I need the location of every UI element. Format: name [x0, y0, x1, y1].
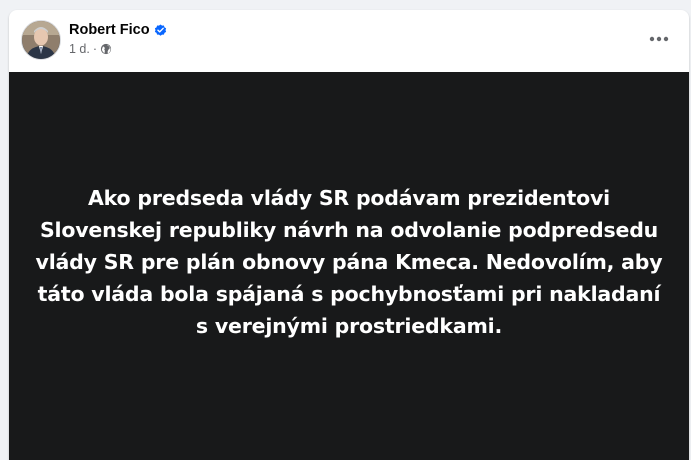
post-time[interactable]: 1 d. [69, 42, 90, 56]
more-options-icon [649, 36, 669, 42]
avatar[interactable] [21, 20, 61, 60]
post-header: Robert Fico 1 d. · [9, 10, 689, 72]
post-meta: 1 d. · [69, 42, 112, 56]
meta-separator: · [92, 42, 98, 56]
post-image[interactable]: Ako predseda vlády SR podávam prezidento… [9, 72, 689, 460]
author-name[interactable]: Robert Fico [69, 22, 150, 38]
post-image-text: Ako predseda vlády SR podávam prezidento… [35, 186, 663, 338]
more-options-button[interactable] [641, 24, 677, 54]
globe-icon[interactable] [100, 43, 112, 55]
verified-badge-icon [154, 23, 167, 37]
post-card: Robert Fico 1 d. · Ako predseda vlády SR… [9, 10, 689, 460]
avatar-image [22, 21, 60, 59]
author-row: Robert Fico [69, 22, 167, 38]
